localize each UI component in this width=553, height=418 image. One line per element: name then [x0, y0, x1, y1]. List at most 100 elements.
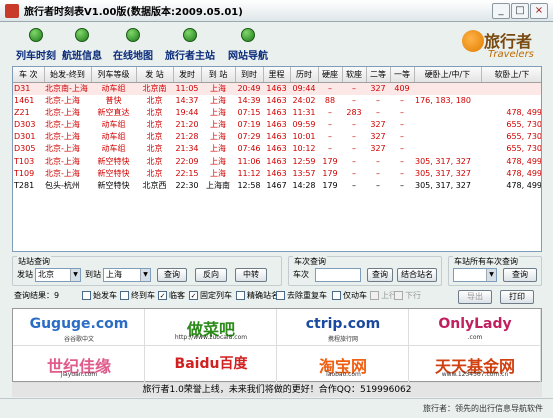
- toolbar-main-site[interactable]: 旅行者主站: [154, 28, 226, 62]
- column-header[interactable]: 里程: [263, 67, 291, 83]
- column-header[interactable]: 软座: [342, 67, 367, 83]
- table-cell: 北京: [146, 95, 163, 105]
- from-station-select[interactable]: 北京 ▼: [35, 268, 81, 282]
- table-cell: [481, 95, 541, 107]
- table-row[interactable]: D301 北京-上海 动车组 北京 21:28 上海 07:29 1463 10:01 – – 327…: [13, 131, 541, 143]
- table-cell: 21:34: [175, 144, 199, 154]
- to-label: 到站: [85, 270, 101, 279]
- table-cell: –: [352, 144, 356, 154]
- table-row[interactable]: D31 北京南-上海 动车组 北京南 11:05 上海 20:49 1463 09:44– –32…: [13, 82, 541, 95]
- column-header[interactable]: 软卧上/下: [481, 67, 541, 83]
- table-cell: 上海: [210, 132, 226, 142]
- close-button[interactable]: ×: [530, 3, 548, 19]
- all-trains-query-button[interactable]: 查询: [503, 268, 537, 282]
- table-cell: –: [328, 132, 332, 142]
- table-cell: T103: [14, 156, 35, 166]
- table-row[interactable]: D305 北京-上海 动车组 北京 21:34 上海 07:46 1463 10:12 – – 327…: [13, 143, 542, 155]
- table-cell: –: [352, 168, 356, 178]
- column-header[interactable]: 一等: [390, 67, 415, 83]
- filter-label: 仅动车: [343, 291, 367, 300]
- table-cell: 21:28: [175, 132, 199, 142]
- filter-checkbox[interactable]: [332, 291, 341, 300]
- column-header[interactable]: 车 次: [13, 67, 45, 83]
- column-header[interactable]: 硬卧上/中/下: [414, 67, 482, 83]
- transfer-button[interactable]: 中转: [235, 268, 267, 282]
- filter-checkbox[interactable]: ✓: [189, 291, 198, 300]
- combo-station-button[interactable]: 结合站名: [397, 268, 437, 282]
- to-station-select[interactable]: 上海 ▼: [103, 268, 151, 282]
- ad-banner[interactable]: 做菜吧 http://www.zuocai8.com: [145, 309, 277, 346]
- travelers-logo: 旅行者 Travelers: [462, 26, 548, 66]
- print-button[interactable]: 打印: [500, 290, 534, 304]
- table-cell: 13:57: [292, 168, 316, 178]
- filter-checkbox[interactable]: [120, 291, 129, 300]
- table-row[interactable]: T281 包头-杭州 新空特快 北京西 22:30 上海南 12:58 1467 14:28 17…: [13, 180, 541, 192]
- table-row[interactable]: 1461 北京-上海 普快 北京 14:37 上海 14:39 1463 24:02 88 – – – 1…: [13, 95, 541, 107]
- ad-banner[interactable]: Baidu百度: [145, 346, 277, 383]
- train-number-input[interactable]: [315, 268, 361, 282]
- chevron-down-icon[interactable]: ▼: [486, 269, 496, 281]
- ad-banner[interactable]: 淘宝网 Taobao.com: [277, 346, 409, 383]
- table-cell: 14:39: [237, 95, 261, 105]
- table-cell: 327: [370, 144, 386, 154]
- table-cell: 北京-上海: [45, 107, 80, 117]
- ad-banner[interactable]: OnlyLady .com: [409, 309, 541, 346]
- table-row[interactable]: T109 北京-上海 新空特快 北京 22:15 上海 11:12 1463 13:57 179 –…: [13, 168, 542, 180]
- station-query-group: 站站查询 发站 北京 ▼ 到站 上海 ▼ 查询 反向 中转: [12, 256, 282, 286]
- minimize-button[interactable]: _: [492, 3, 510, 19]
- table-cell: 北京-上海: [45, 95, 80, 105]
- table-cell: 上海: [210, 95, 226, 105]
- table-cell: 新空直达: [97, 107, 130, 117]
- table-cell: 上海: [210, 168, 226, 178]
- column-header[interactable]: 发 站: [136, 67, 174, 83]
- table-cell: 北京: [146, 168, 163, 178]
- column-header[interactable]: 发时: [173, 67, 202, 83]
- filter-label: 固定列车: [200, 291, 232, 300]
- chevron-down-icon[interactable]: ▼: [70, 269, 80, 281]
- ad-banner[interactable]: 天天基金网 www.1234567.com.cn: [409, 346, 541, 383]
- filter-checkbox[interactable]: [82, 291, 91, 300]
- ad-banner[interactable]: Guguge.com 谷谷歌中文: [13, 309, 145, 346]
- column-header[interactable]: 到时: [235, 67, 264, 83]
- export-button[interactable]: 导出: [458, 290, 492, 304]
- filter-checkbox[interactable]: [236, 291, 245, 300]
- toolbar-site-nav[interactable]: 网站导航: [218, 28, 278, 62]
- maximize-button[interactable]: □: [511, 3, 529, 19]
- column-header[interactable]: 二等: [366, 67, 391, 83]
- station-select[interactable]: ▼: [453, 268, 497, 282]
- column-header[interactable]: 历时: [290, 67, 319, 83]
- column-header[interactable]: 硬座: [318, 67, 343, 83]
- table-cell: 478, 499: [506, 168, 542, 178]
- chevron-down-icon[interactable]: ▼: [140, 269, 150, 281]
- table-row[interactable]: D303 北京-上海 动车组 北京 21:20 上海 07:19 1463 09:59 – – 327…: [13, 119, 542, 131]
- table-cell: 14:28: [292, 180, 316, 190]
- table-row[interactable]: T103 北京-上海 新空特快 北京 22:09 上海 11:06 1463 12:59 179 –…: [13, 155, 541, 167]
- table-cell: 22:09: [175, 156, 199, 166]
- filter-checkbox[interactable]: [276, 291, 285, 300]
- column-header[interactable]: 到 站: [201, 67, 236, 83]
- table-cell: 普快: [105, 95, 122, 105]
- ad-banner[interactable]: ctrip.com 携程旅行网: [277, 309, 409, 346]
- table-cell: 1467: [266, 180, 287, 190]
- logo-sub: Travelers: [488, 49, 534, 60]
- station-query-button[interactable]: 查询: [157, 268, 187, 282]
- table-cell: 327: [370, 119, 386, 129]
- filter-checkbox[interactable]: ✓: [158, 291, 167, 300]
- table-row[interactable]: Z21 北京-上海 新空直达 北京 19:44 上海 07:15 1463 11:31 – 283 –…: [13, 107, 541, 119]
- table-cell: [414, 107, 481, 119]
- ad-title: ctrip.com: [305, 316, 381, 332]
- table-cell: [481, 82, 541, 95]
- table-cell: 北京: [146, 144, 163, 154]
- table-cell: –: [352, 156, 356, 166]
- column-header[interactable]: 始发-终到: [44, 67, 92, 83]
- table-cell: [414, 131, 481, 143]
- title-bar: 旅行者时刻表V1.00版(数据版本:2009.05.01) _ □ ×: [0, 0, 553, 22]
- table-cell: 655, 730: [506, 144, 542, 154]
- reverse-button[interactable]: 反向: [195, 268, 227, 282]
- table-cell: 07:29: [237, 132, 261, 142]
- ad-banner[interactable]: 世纪佳缘 jiayuan.com: [13, 346, 145, 383]
- table-cell: 655, 730: [506, 119, 542, 129]
- column-header[interactable]: 列车等级: [91, 67, 137, 83]
- train-query-button[interactable]: 查询: [367, 268, 393, 282]
- table-cell: 07:15: [237, 107, 261, 117]
